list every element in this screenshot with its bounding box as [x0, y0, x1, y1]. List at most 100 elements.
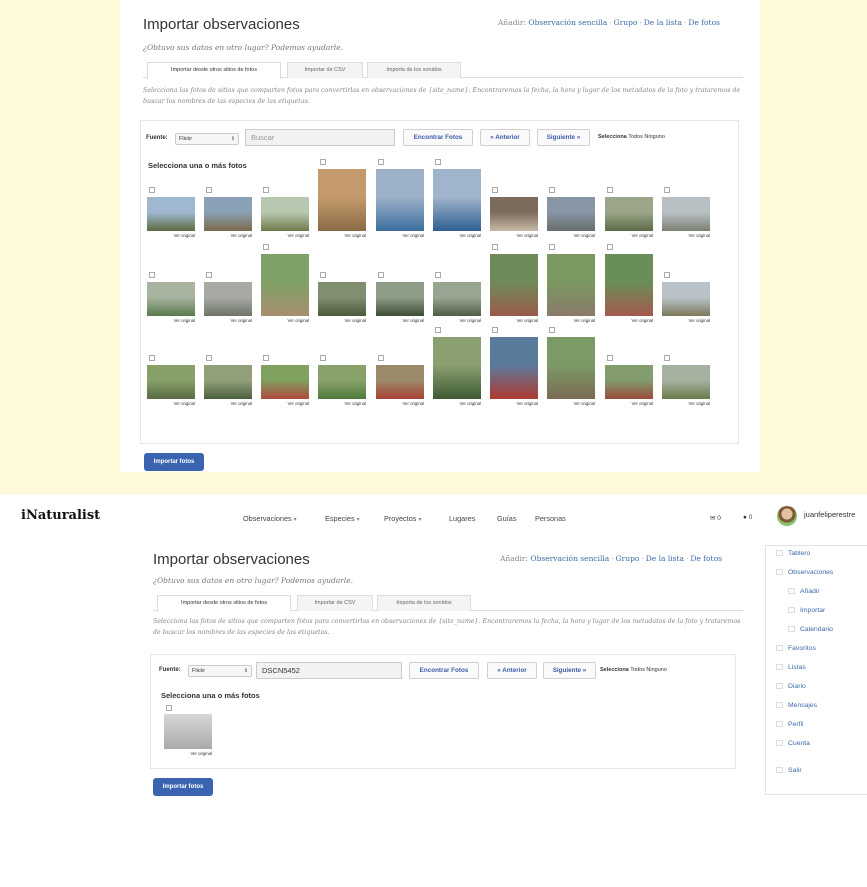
- sidebar-item-cuenta[interactable]: Cuenta: [776, 740, 810, 747]
- sidebar-item-salir[interactable]: Salir: [776, 767, 802, 774]
- select-all-link[interactable]: Todos: [628, 134, 643, 140]
- source-select[interactable]: Flickr ⇕: [188, 665, 252, 677]
- view-original-link[interactable]: Ver original: [164, 751, 213, 756]
- photo-checkbox[interactable]: [149, 272, 155, 278]
- photo-tile[interactable]: Ver original: [261, 161, 309, 243]
- photo-tile[interactable]: Ver original: [547, 244, 596, 328]
- photo-tile[interactable]: Ver original: [376, 246, 424, 328]
- photo-tile[interactable]: Ver original: [318, 329, 366, 411]
- photo-tile[interactable]: Ver original: [605, 161, 653, 243]
- photo-tile[interactable]: Ver original: [662, 246, 710, 328]
- photo-checkbox[interactable]: [664, 272, 670, 278]
- previous-button[interactable]: « Anterior: [487, 662, 537, 679]
- photo-tile[interactable]: Ver original: [318, 246, 366, 328]
- view-original-link[interactable]: Ver original: [261, 318, 310, 323]
- view-original-link[interactable]: Ver original: [261, 401, 310, 406]
- photo-thumbnail[interactable]: [490, 254, 538, 316]
- view-original-link[interactable]: Ver original: [605, 318, 654, 323]
- view-original-link[interactable]: Ver original: [662, 233, 711, 238]
- tab-sounds[interactable]: Importa de los sonidos: [377, 595, 471, 611]
- photo-tile[interactable]: Ver original: [605, 244, 654, 328]
- photo-checkbox[interactable]: [549, 187, 555, 193]
- select-none-link[interactable]: Ninguno: [644, 134, 665, 140]
- photo-checkbox[interactable]: [607, 187, 613, 193]
- photo-tile[interactable]: Ver original: [204, 246, 252, 328]
- photo-tile[interactable]: Ver original: [204, 329, 252, 411]
- photo-thumbnail[interactable]: [547, 254, 595, 316]
- photo-tile[interactable]: Ver original: [662, 161, 710, 243]
- view-original-link[interactable]: Ver original: [662, 401, 711, 406]
- photo-thumbnail[interactable]: [204, 197, 252, 231]
- nav-personas[interactable]: Personas: [535, 514, 566, 523]
- photo-thumbnail[interactable]: [376, 169, 424, 231]
- photo-thumbnail[interactable]: [547, 197, 595, 231]
- messages-indicator[interactable]: ✉ 0: [710, 514, 721, 522]
- photo-thumbnail[interactable]: [376, 365, 424, 399]
- add-link-photos[interactable]: De fotos: [690, 554, 722, 563]
- find-photos-button[interactable]: Encontrar Fotos: [409, 662, 479, 679]
- view-original-link[interactable]: Ver original: [318, 318, 367, 323]
- photo-thumbnail[interactable]: [204, 282, 252, 316]
- sidebar-item-favoritos[interactable]: Favoritos: [776, 645, 816, 652]
- tab-csv[interactable]: Importar de CSV: [297, 595, 373, 611]
- add-link-list[interactable]: De la lista: [644, 18, 682, 27]
- view-original-link[interactable]: Ver original: [204, 233, 253, 238]
- view-original-link[interactable]: Ver original: [261, 233, 310, 238]
- photo-tile[interactable]: Ver original: [433, 159, 481, 243]
- photo-checkbox[interactable]: [435, 327, 441, 333]
- search-input[interactable]: DSCN5452: [256, 662, 402, 679]
- nav-proyectos[interactable]: Proyectos ▾: [384, 514, 421, 523]
- photo-checkbox[interactable]: [664, 187, 670, 193]
- search-input[interactable]: Buscar: [245, 129, 395, 146]
- view-original-link[interactable]: Ver original: [605, 233, 654, 238]
- photo-checkbox[interactable]: [263, 244, 269, 250]
- view-original-link[interactable]: Ver original: [547, 233, 596, 238]
- photo-tile[interactable]: Ver original: [147, 161, 195, 243]
- photo-thumbnail[interactable]: [490, 197, 538, 231]
- tab-csv[interactable]: Importar de CSV: [287, 62, 363, 78]
- view-original-link[interactable]: Ver original: [605, 401, 654, 406]
- add-link-group[interactable]: Grupo: [616, 554, 640, 563]
- view-original-link[interactable]: Ver original: [147, 401, 196, 406]
- photo-thumbnail[interactable]: [433, 282, 481, 316]
- sidebar-item-calendario[interactable]: Calendario: [788, 626, 833, 633]
- photo-checkbox[interactable]: [206, 355, 212, 361]
- photo-thumbnail[interactable]: [164, 714, 212, 749]
- avatar[interactable]: [777, 506, 797, 526]
- photo-thumbnail[interactable]: [490, 337, 538, 399]
- photo-thumbnail[interactable]: [204, 365, 252, 399]
- previous-button[interactable]: « Anterior: [480, 129, 530, 146]
- photo-thumbnail[interactable]: [605, 254, 653, 316]
- nav-especies[interactable]: Especies ▾: [325, 514, 360, 523]
- photo-thumbnail[interactable]: [662, 365, 710, 399]
- add-link-simple[interactable]: Observación sencilla: [530, 554, 609, 563]
- photo-thumbnail[interactable]: [261, 254, 309, 316]
- photo-thumbnail[interactable]: [605, 197, 653, 231]
- view-original-link[interactable]: Ver original: [662, 318, 711, 323]
- photo-checkbox[interactable]: [378, 159, 384, 165]
- view-original-link[interactable]: Ver original: [490, 318, 539, 323]
- next-button[interactable]: Siguiente »: [543, 662, 596, 679]
- photo-checkbox[interactable]: [320, 272, 326, 278]
- photo-tile[interactable]: Ver original: [318, 159, 366, 243]
- select-none-link[interactable]: Ninguno: [646, 667, 667, 673]
- photo-checkbox[interactable]: [435, 159, 441, 165]
- photo-checkbox[interactable]: [149, 355, 155, 361]
- photo-tile[interactable]: Ver original: [164, 705, 212, 761]
- view-original-link[interactable]: Ver original: [547, 318, 596, 323]
- sidebar-item-diario[interactable]: Diario: [776, 683, 806, 690]
- photo-checkbox[interactable]: [378, 272, 384, 278]
- photo-checkbox[interactable]: [435, 272, 441, 278]
- photo-checkbox[interactable]: [206, 187, 212, 193]
- view-original-link[interactable]: Ver original: [147, 318, 196, 323]
- photo-checkbox[interactable]: [492, 327, 498, 333]
- photo-tile[interactable]: Ver original: [261, 244, 310, 328]
- photo-checkbox[interactable]: [549, 327, 555, 333]
- sidebar-item-tablero[interactable]: Tablero: [776, 550, 810, 557]
- photo-tile[interactable]: Ver original: [605, 329, 653, 411]
- photo-checkbox[interactable]: [664, 355, 670, 361]
- photo-tile[interactable]: Ver original: [261, 329, 309, 411]
- photo-thumbnail[interactable]: [662, 197, 710, 231]
- photo-thumbnail[interactable]: [318, 169, 366, 231]
- photo-checkbox[interactable]: [206, 272, 212, 278]
